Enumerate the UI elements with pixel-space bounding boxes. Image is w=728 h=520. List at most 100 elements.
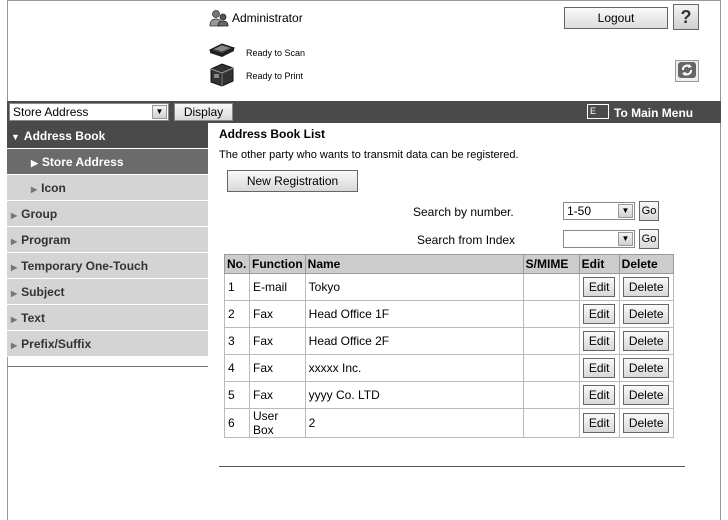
triangle-down-icon: ▼ bbox=[11, 132, 20, 142]
delete-button[interactable]: Delete bbox=[623, 358, 670, 378]
cell-no: 6 bbox=[224, 408, 250, 438]
view-select-value: Store Address bbox=[13, 105, 89, 119]
sidebar-item-program[interactable]: ▶ Program bbox=[7, 227, 208, 253]
address-book-table: No. Function Name S/MIME Edit Delete 1 E… bbox=[224, 254, 674, 438]
cell-name: 2 bbox=[304, 408, 524, 438]
view-select[interactable]: Store Address ▼ bbox=[9, 103, 169, 121]
cell-delete: Delete bbox=[618, 354, 674, 382]
page-frame-top bbox=[7, 0, 721, 1]
triangle-right-icon: ▶ bbox=[11, 211, 18, 220]
search-by-number-select[interactable]: 1-50 ▼ bbox=[563, 202, 635, 220]
cell-smime bbox=[522, 381, 580, 409]
column-header-delete: Delete bbox=[618, 254, 674, 274]
cell-name: Tokyo bbox=[304, 273, 524, 301]
edit-button[interactable]: Edit bbox=[583, 358, 616, 378]
edit-button[interactable]: Edit bbox=[583, 304, 616, 324]
cell-function: Fax bbox=[249, 327, 306, 355]
edit-button[interactable]: Edit bbox=[583, 277, 616, 297]
scanner-icon bbox=[208, 42, 236, 64]
delete-button[interactable]: Delete bbox=[623, 304, 670, 324]
cell-delete: Delete bbox=[618, 300, 674, 328]
delete-button[interactable]: Delete bbox=[623, 413, 670, 433]
refresh-icon bbox=[678, 62, 696, 78]
cell-edit: Edit bbox=[578, 327, 620, 355]
logout-button[interactable]: Logout bbox=[564, 7, 668, 29]
sidebar-item-group[interactable]: ▶ Group bbox=[7, 201, 208, 227]
triangle-right-icon: ▶ bbox=[11, 237, 18, 246]
page-description: The other party who wants to transmit da… bbox=[219, 149, 519, 161]
column-header-no: No. bbox=[224, 254, 250, 274]
new-registration-button[interactable]: New Registration bbox=[227, 170, 358, 192]
cell-delete: Delete bbox=[618, 408, 674, 438]
table-row: 3 Fax Head Office 2F Edit Delete bbox=[224, 327, 674, 355]
sidebar-item-label: Address Book bbox=[23, 129, 106, 143]
cell-function: Fax bbox=[249, 300, 306, 328]
search-index-go-button[interactable]: Go bbox=[639, 229, 659, 249]
cell-function: Fax bbox=[249, 381, 306, 409]
edit-button[interactable]: Edit bbox=[583, 385, 616, 405]
sidebar-item-prefix-suffix[interactable]: ▶ Prefix/Suffix bbox=[7, 331, 208, 357]
triangle-right-icon: ▶ bbox=[11, 263, 18, 272]
display-button[interactable]: Display bbox=[174, 103, 233, 121]
delete-button[interactable]: Delete bbox=[623, 385, 670, 405]
cell-function: User Box bbox=[249, 408, 306, 438]
table-row: 5 Fax yyyy Co. LTD Edit Delete bbox=[224, 381, 674, 409]
triangle-right-icon: ▶ bbox=[31, 158, 38, 168]
sidebar-item-store-address[interactable]: ▶ Store Address bbox=[7, 149, 208, 175]
column-header-edit: Edit bbox=[578, 254, 620, 274]
cell-no: 3 bbox=[224, 327, 250, 355]
sidebar-divider bbox=[7, 366, 208, 367]
cell-no: 5 bbox=[224, 381, 250, 409]
table-row: 2 Fax Head Office 1F Edit Delete bbox=[224, 300, 674, 328]
sidebar-item-text[interactable]: ▶ Text bbox=[7, 305, 208, 331]
edit-button[interactable]: Edit bbox=[583, 413, 616, 433]
cell-name: xxxxx Inc. bbox=[304, 354, 524, 382]
sidebar-item-icon[interactable]: ▶ Icon bbox=[7, 175, 208, 201]
cell-function: Fax bbox=[249, 354, 306, 382]
cell-smime bbox=[522, 354, 580, 382]
triangle-right-icon: ▶ bbox=[31, 185, 38, 194]
sidebar-item-address-book[interactable]: ▼ Address Book bbox=[7, 123, 208, 149]
main-menu-icon[interactable]: E bbox=[587, 104, 609, 119]
cell-smime bbox=[522, 408, 580, 438]
delete-button[interactable]: Delete bbox=[623, 277, 670, 297]
search-by-number-label: Search by number. bbox=[413, 205, 514, 219]
cell-delete: Delete bbox=[618, 327, 674, 355]
main-menu-link[interactable]: To Main Menu bbox=[614, 106, 693, 120]
page-title: Address Book List bbox=[219, 127, 326, 141]
sidebar-item-label: Icon bbox=[41, 181, 66, 195]
cell-smime bbox=[522, 327, 580, 355]
sidebar-item-label: Subject bbox=[21, 285, 65, 299]
table-row: 1 E-mail Tokyo Edit Delete bbox=[224, 273, 674, 301]
admin-user-icon bbox=[209, 9, 229, 27]
refresh-button[interactable] bbox=[675, 60, 699, 82]
search-by-number-value: 1-50 bbox=[567, 204, 592, 218]
cell-smime bbox=[522, 273, 580, 301]
cell-function: E-mail bbox=[249, 273, 306, 301]
printer-icon bbox=[208, 63, 236, 87]
cell-edit: Edit bbox=[578, 354, 620, 382]
cell-delete: Delete bbox=[618, 273, 674, 301]
sidebar-item-label: Prefix/Suffix bbox=[21, 337, 92, 351]
search-number-go-button[interactable]: Go bbox=[639, 201, 659, 221]
help-button[interactable]: ? bbox=[673, 4, 699, 30]
cell-smime bbox=[522, 300, 580, 328]
chevron-down-icon: ▼ bbox=[618, 232, 633, 246]
scan-status: Ready to Scan bbox=[246, 48, 306, 58]
table-header-row: No. Function Name S/MIME Edit Delete bbox=[224, 254, 674, 274]
chevron-down-icon: ▼ bbox=[152, 105, 167, 119]
edit-button[interactable]: Edit bbox=[583, 331, 616, 351]
chevron-down-icon: ▼ bbox=[618, 204, 633, 218]
column-header-function: Function bbox=[249, 254, 306, 274]
search-from-index-label: Search from Index bbox=[417, 233, 516, 247]
cell-edit: Edit bbox=[578, 273, 620, 301]
search-from-index-select[interactable]: ▼ bbox=[563, 230, 635, 248]
delete-button[interactable]: Delete bbox=[623, 331, 670, 351]
table-row: 6 User Box 2 Edit Delete bbox=[224, 408, 674, 438]
sidebar-item-subject[interactable]: ▶ Subject bbox=[7, 279, 208, 305]
sidebar-item-temporary-one-touch[interactable]: ▶ Temporary One-Touch bbox=[7, 253, 208, 279]
cell-name: Head Office 2F bbox=[304, 327, 524, 355]
triangle-right-icon: ▶ bbox=[11, 341, 18, 350]
cell-edit: Edit bbox=[578, 381, 620, 409]
cell-no: 1 bbox=[224, 273, 250, 301]
